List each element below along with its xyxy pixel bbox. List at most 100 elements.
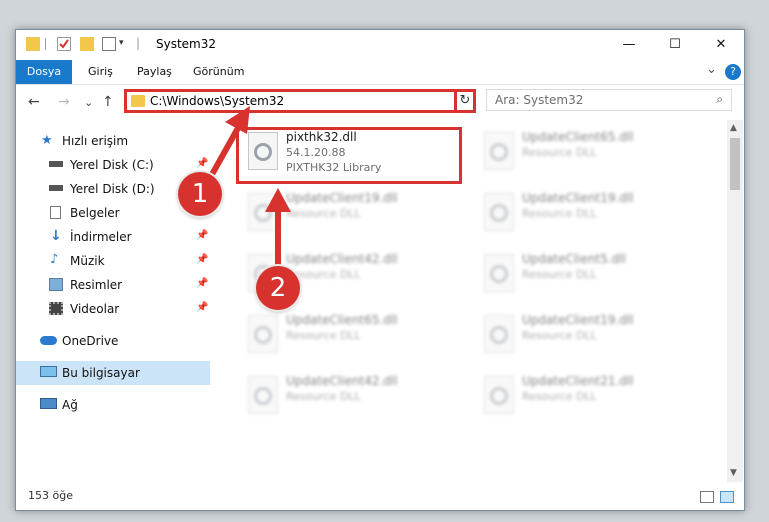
status-bar: 153 öğe (16, 485, 744, 509)
dll-file-icon (248, 193, 278, 231)
file-description: Resource DLL (522, 146, 597, 159)
search-placeholder: Ara: System32 (495, 93, 584, 107)
address-path[interactable]: C:\Windows\System32 (150, 94, 284, 108)
dll-file-icon (248, 315, 278, 353)
sidebar-item-music[interactable]: ♪ Müzik 📌 (16, 249, 210, 273)
sidebar-item-label: Resimler (70, 278, 123, 292)
file-description: Resource DLL (522, 207, 597, 220)
drive-icon (49, 185, 63, 191)
dll-file-icon (484, 315, 514, 353)
ribbon-expand-icon[interactable]: ⌄ (706, 62, 717, 77)
sidebar-item-label: Belgeler (70, 206, 120, 220)
cloud-icon (40, 336, 57, 345)
sidebar-item-network[interactable]: Ağ (16, 393, 210, 417)
file-name: UpdateClient42.dll (286, 374, 398, 388)
dll-file-icon (484, 376, 514, 414)
file-description: Resource DLL (286, 390, 361, 403)
properties-icon[interactable] (57, 37, 71, 51)
dll-file-icon (484, 254, 514, 292)
close-button[interactable]: ✕ (698, 30, 744, 60)
file-name: UpdateClient65.dll (286, 313, 398, 327)
quick-access-dropdown-icon[interactable]: ▾ (119, 38, 124, 48)
drive-icon (49, 161, 63, 167)
item-count: 153 öğe (28, 489, 73, 502)
sidebar-item-label: OneDrive (62, 334, 119, 348)
file-item[interactable]: UpdateClient5.dll Resource DLL (474, 248, 704, 306)
file-description: Resource DLL (286, 207, 361, 220)
sidebar-item-label: Yerel Disk (D:) (70, 182, 155, 196)
network-icon (40, 398, 57, 409)
file-name: UpdateClient19.dll (522, 191, 634, 205)
address-bar[interactable]: C:\Windows\System32 ⌄ (124, 89, 474, 113)
file-item[interactable]: UpdateClient42.dll Resource DLL (238, 370, 468, 428)
search-box[interactable]: Ara: System32 ⌕ (486, 89, 732, 111)
back-button[interactable]: ← (28, 94, 40, 110)
customize-toolbar-icon[interactable] (102, 37, 116, 51)
tab-giris[interactable]: Giriş (88, 60, 113, 84)
navigation-bar: ← → ⌄ ↑ C:\Windows\System32 ⌄ ↻ Ara: Sys… (16, 85, 744, 119)
pictures-icon (49, 278, 63, 291)
pin-icon[interactable]: 📌 (196, 278, 208, 289)
help-icon[interactable]: ? (725, 64, 741, 80)
dll-file-icon (248, 376, 278, 414)
file-name: UpdateClient5.dll (522, 252, 626, 266)
sidebar-item-onedrive[interactable]: OneDrive (16, 329, 210, 353)
sidebar-item-label: Yerel Disk (C:) (70, 158, 154, 172)
file-item[interactable]: UpdateClient19.dll Resource DLL (474, 309, 704, 367)
pin-icon[interactable]: 📌 (196, 254, 208, 265)
refresh-button[interactable]: ↻ (454, 89, 476, 113)
sidebar-item-label: Ağ (62, 398, 78, 412)
file-name: UpdateClient65.dll (522, 130, 634, 144)
tab-dosya[interactable]: Dosya (16, 60, 72, 84)
search-icon[interactable]: ⌕ (716, 92, 723, 107)
star-icon: ★ (41, 133, 53, 148)
recent-locations-button[interactable]: ⌄ (84, 96, 93, 109)
maximize-button[interactable]: ☐ (652, 30, 698, 60)
sidebar-item-downloads[interactable]: ↓ İndirmeler 📌 (16, 225, 210, 249)
file-name: UpdateClient19.dll (522, 313, 634, 327)
pin-icon[interactable]: 📌 (196, 302, 208, 313)
pin-icon[interactable]: 📌 (196, 158, 208, 169)
file-description: Resource DLL (522, 390, 597, 403)
dll-file-icon (484, 132, 514, 170)
forward-button[interactable]: → (58, 94, 70, 110)
vertical-scrollbar[interactable]: ▲ ▼ (727, 120, 743, 482)
sidebar-item-label: Bu bilgisayar (62, 366, 140, 380)
separator (45, 38, 46, 50)
up-button[interactable]: ↑ (102, 94, 114, 110)
folder-icon (26, 37, 40, 51)
sidebar-item-disk-c[interactable]: Yerel Disk (C:) 📌 (16, 153, 210, 177)
videos-icon (49, 302, 63, 315)
separator: | (136, 36, 141, 50)
file-item[interactable]: UpdateClient19.dll Resource DLL (474, 187, 704, 245)
step-2-badge: 2 (256, 266, 300, 310)
scrollbar-thumb[interactable] (730, 138, 740, 190)
sidebar-item-label: Müzik (70, 254, 105, 268)
explorer-window: ▾ | System32 — ☐ ✕ Dosya Giriş Paylaş Gö… (15, 29, 745, 511)
file-item[interactable]: UpdateClient65.dll Resource DLL (474, 126, 704, 184)
sidebar-item-quick-access[interactable]: ★ Hızlı erişim (16, 129, 210, 153)
sidebar-item-pictures[interactable]: Resimler 📌 (16, 273, 210, 297)
tab-paylas[interactable]: Paylaş (137, 60, 172, 84)
file-description: Resource DLL (522, 329, 597, 342)
details-view-icon[interactable] (700, 491, 714, 503)
step-1-badge: 1 (178, 172, 222, 216)
sidebar-item-label: İndirmeler (70, 230, 132, 244)
window-title: System32 (156, 37, 217, 51)
scroll-down-icon[interactable]: ▼ (730, 468, 737, 478)
minimize-button[interactable]: — (606, 30, 652, 60)
file-item[interactable]: UpdateClient19.dll Resource DLL (238, 187, 468, 245)
music-icon: ♪ (50, 252, 59, 267)
file-item[interactable]: UpdateClient65.dll Resource DLL (238, 309, 468, 367)
tab-gorunum[interactable]: Görünüm (193, 60, 244, 84)
sidebar-item-videos[interactable]: Videolar 📌 (16, 297, 210, 321)
pin-icon[interactable]: 📌 (196, 230, 208, 241)
scroll-up-icon[interactable]: ▲ (730, 123, 737, 133)
large-icons-view-icon[interactable] (720, 491, 734, 503)
file-item[interactable]: UpdateClient21.dll Resource DLL (474, 370, 704, 428)
file-description: Resource DLL (522, 268, 597, 281)
new-folder-icon[interactable] (80, 37, 94, 51)
navigation-pane: ★ Hızlı erişim Yerel Disk (C:) 📌 Yerel D… (16, 125, 210, 485)
computer-icon (40, 366, 57, 377)
sidebar-item-this-pc[interactable]: Bu bilgisayar (16, 361, 210, 385)
